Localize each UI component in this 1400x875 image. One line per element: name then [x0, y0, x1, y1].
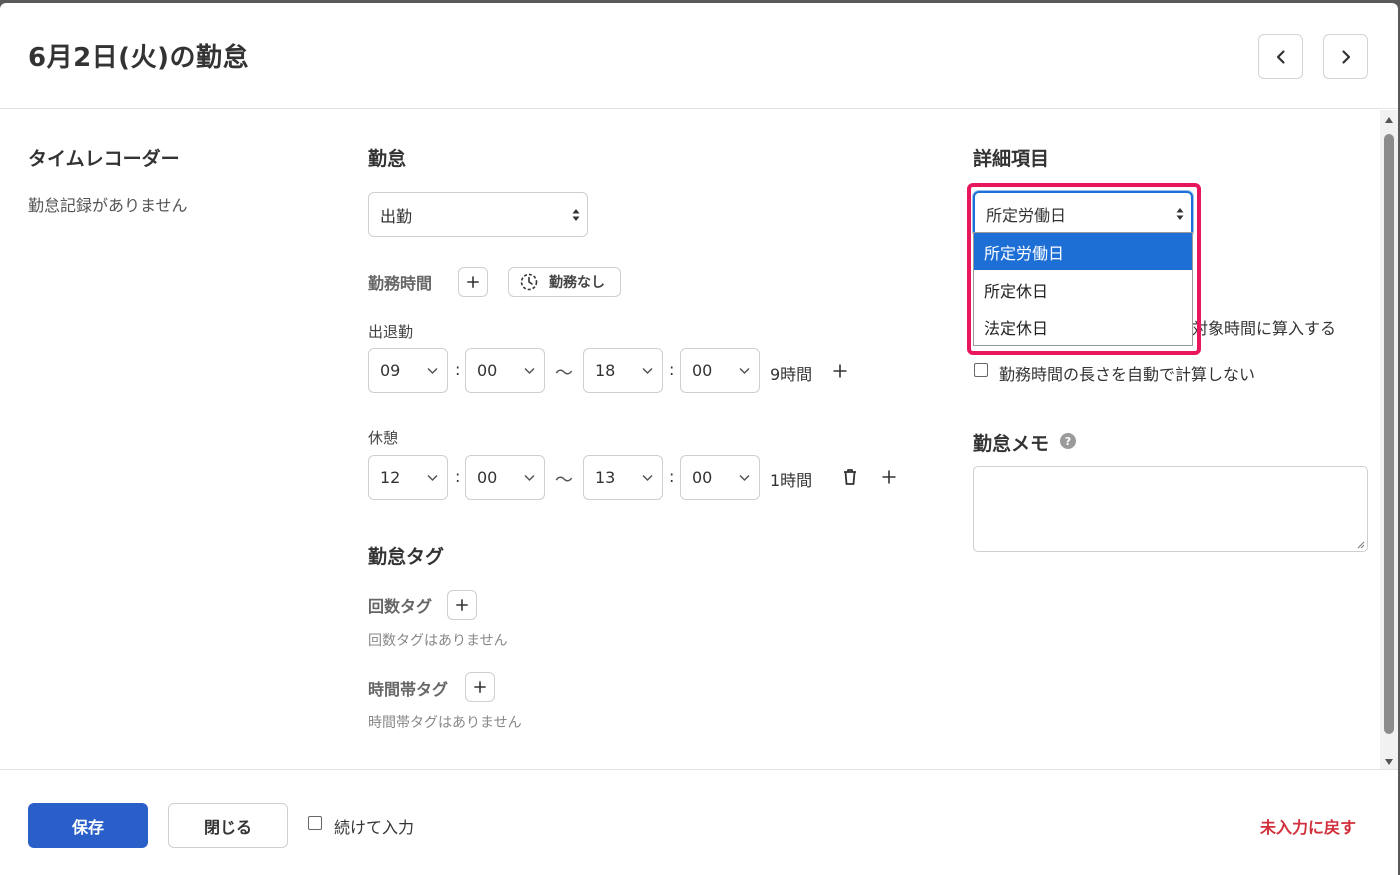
clock-end-hour-value: 18 [595, 361, 616, 380]
break-start-minute-value: 00 [477, 468, 498, 487]
clock-start-hour-select[interactable]: 09 [368, 348, 448, 393]
continue-input-checkbox[interactable] [308, 816, 322, 830]
attendance-type-value: 出勤 [380, 206, 413, 226]
chevron-right-icon [1341, 49, 1350, 64]
clock-dashed-icon [520, 273, 538, 291]
chevron-left-icon [1276, 49, 1285, 64]
no-work-button[interactable]: 勤務なし [508, 267, 621, 297]
count-tag-label: 回数タグ [368, 597, 433, 616]
attendance-heading: 勤怠 [368, 148, 407, 170]
work-time-label: 勤務時間 [368, 274, 433, 293]
chevron-down-icon [739, 474, 750, 481]
plus-icon [474, 681, 486, 693]
clock-end-minute-value: 00 [692, 361, 713, 380]
no-work-label: 勤務なし [549, 275, 605, 291]
day-type-option[interactable]: 所定休日 [974, 271, 1192, 308]
chevron-down-icon [739, 367, 750, 374]
add-break-icon[interactable] [881, 469, 897, 485]
chevron-down-icon [524, 367, 535, 374]
updown-icon [572, 208, 580, 221]
timerecorder-heading: タイムレコーダー [28, 148, 180, 170]
break-label: 休憩 [368, 429, 399, 447]
day-type-dropdown: 所定労働日 所定休日 法定休日 [973, 232, 1193, 346]
continue-input-label: 続けて入力 [334, 818, 415, 837]
break-end-hour-value: 13 [595, 468, 616, 487]
modal-header: 6月2日(火)の勤怠 [0, 3, 1398, 109]
time-colon: : [669, 467, 675, 486]
save-button[interactable]: 保存 [28, 803, 148, 848]
modal-footer: 保存 閉じる 続けて入力 未入力に戻す [0, 769, 1398, 875]
clock-start-hour-value: 09 [380, 361, 401, 380]
chevron-down-icon [427, 367, 438, 374]
attendance-modal: 6月2日(火)の勤怠 タイムレコーダー 勤怠記録がありません 勤怠 出勤 勤務時… [0, 3, 1398, 875]
add-count-tag-button[interactable] [447, 590, 477, 620]
timerecorder-empty: 勤怠記録がありません [28, 196, 188, 215]
clock-duration: 9時間 [770, 365, 813, 384]
next-day-button[interactable] [1323, 34, 1368, 79]
clock-start-minute-value: 00 [477, 361, 498, 380]
clock-label: 出退勤 [368, 323, 414, 341]
add-timeband-tag-button[interactable] [465, 672, 495, 702]
reset-link[interactable]: 未入力に戻す [1260, 814, 1356, 838]
time-colon: : [669, 360, 675, 379]
attendance-type-select[interactable]: 出勤 [368, 192, 588, 237]
break-end-minute-select[interactable]: 00 [680, 455, 760, 500]
chevron-down-icon [642, 474, 653, 481]
clock-end-minute-select[interactable]: 00 [680, 348, 760, 393]
modal-body: タイムレコーダー 勤怠記録がありません 勤怠 出勤 勤務時間 勤務なし 出退勤 … [0, 110, 1398, 770]
time-colon: : [455, 467, 461, 486]
scroll-up-icon[interactable] [1384, 116, 1394, 124]
chevron-down-icon [642, 367, 653, 374]
clock-start-minute-select[interactable]: 00 [465, 348, 545, 393]
timeband-tag-empty: 時間帯タグはありません [368, 715, 522, 731]
time-range-separator: 〜 [555, 470, 573, 491]
close-button[interactable]: 閉じる [168, 803, 288, 848]
memo-heading: 勤怠メモ [973, 433, 1050, 455]
break-end-hour-select[interactable]: 13 [583, 455, 663, 500]
clock-end-hour-select[interactable]: 18 [583, 348, 663, 393]
tags-heading: 勤怠タグ [368, 546, 445, 568]
updown-icon [1176, 208, 1184, 220]
add-clock-icon[interactable] [832, 363, 848, 379]
count-tag-empty: 回数タグはありません [368, 633, 508, 649]
chevron-down-icon [427, 474, 438, 481]
scroll-down-icon[interactable] [1384, 758, 1394, 766]
break-end-minute-value: 00 [692, 468, 713, 487]
no-auto-calc-label: 勤務時間の長さを自動で計算しない [999, 365, 1256, 384]
partial-option-text: 対象時間に算入する [1192, 319, 1337, 338]
details-heading: 詳細項目 [973, 148, 1050, 170]
plus-icon [467, 276, 479, 288]
day-type-option[interactable]: 所定労働日 [974, 233, 1192, 270]
resize-handle-icon[interactable] [1356, 540, 1365, 549]
trash-icon[interactable] [842, 468, 858, 486]
time-range-separator: 〜 [555, 363, 573, 384]
no-auto-calc-checkbox[interactable] [974, 363, 988, 377]
break-start-hour-value: 12 [380, 468, 401, 487]
scroll-thumb[interactable] [1384, 134, 1394, 734]
page-title: 6月2日(火)の勤怠 [28, 43, 249, 73]
timeband-tag-label: 時間帯タグ [368, 680, 449, 699]
time-colon: : [455, 360, 461, 379]
memo-textarea[interactable] [973, 466, 1368, 552]
vertical-scrollbar[interactable] [1380, 110, 1398, 770]
break-start-minute-select[interactable]: 00 [465, 455, 545, 500]
chevron-down-icon [524, 474, 535, 481]
day-type-value: 所定労働日 [986, 206, 1067, 225]
help-icon[interactable]: ? [1060, 433, 1076, 449]
add-work-time-button[interactable] [458, 267, 488, 297]
day-type-option[interactable]: 法定休日 [974, 308, 1192, 345]
break-start-hour-select[interactable]: 12 [368, 455, 448, 500]
prev-day-button[interactable] [1258, 34, 1303, 79]
plus-icon [456, 599, 468, 611]
day-type-select[interactable]: 所定労働日 [973, 191, 1193, 237]
break-duration: 1時間 [770, 471, 813, 490]
